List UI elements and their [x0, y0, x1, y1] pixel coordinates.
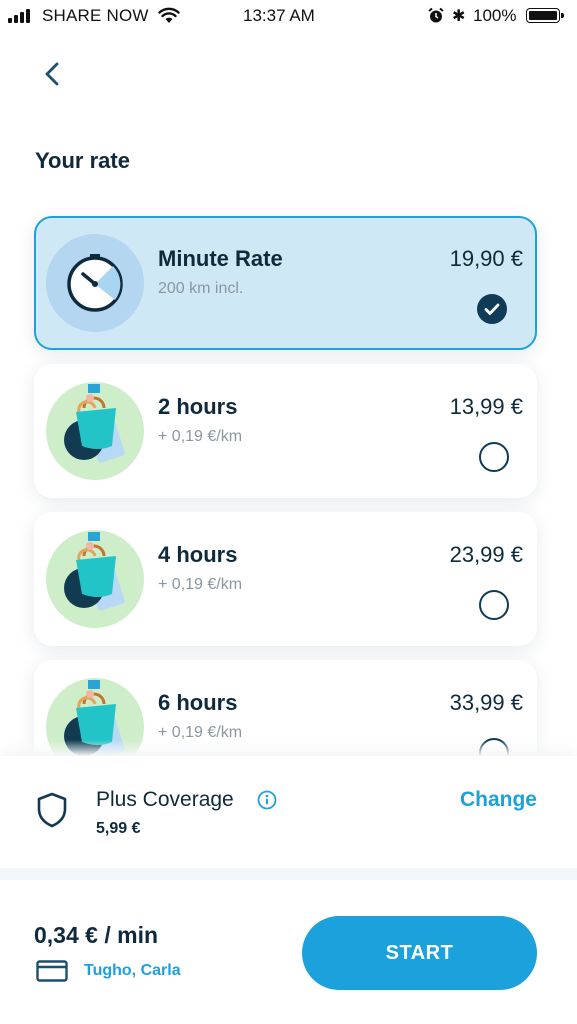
rate-name: Minute Rate [158, 246, 283, 271]
rate-option-minute[interactable]: Minute Rate 200 km incl. 19,90 € [34, 216, 537, 350]
rate-price: 19,90 € [449, 246, 523, 271]
rate-name: 4 hours [158, 542, 238, 567]
carrier-name: SHARE NOW [42, 6, 149, 25]
rate-option-4-hours[interactable]: 4 hours + 0,19 €/km 23,99 € [34, 512, 537, 646]
payment-account-link[interactable]: Tugho, Carla [84, 962, 181, 980]
checkmark-icon [477, 294, 507, 324]
page-title: Your rate [35, 148, 130, 173]
shield-icon [37, 792, 67, 828]
back-button[interactable] [38, 58, 68, 90]
alarm-icon [428, 7, 444, 23]
change-coverage-link[interactable]: Change [460, 788, 537, 812]
radio-button[interactable] [479, 442, 509, 472]
section-divider [0, 868, 577, 880]
rate-price: 23,99 € [449, 542, 523, 567]
rate-price: 33,99 € [449, 690, 523, 715]
rate-subtitle: + 0,19 €/km [158, 428, 243, 445]
status-bar: SHARE NOW 13:37 AM ✱ 100% [0, 0, 577, 32]
bluetooth-icon: ✱ [452, 8, 466, 25]
booking-footer: 0,34 € / min Tugho, Carla START [0, 880, 577, 1024]
rate-subtitle: + 0,19 €/km [158, 576, 243, 593]
stopwatch-icon [67, 254, 123, 312]
scroll-fade [0, 740, 577, 756]
shopping-bag-icon [64, 384, 125, 463]
rate-name: 2 hours [158, 394, 238, 419]
rate-icon-circle [46, 530, 144, 628]
radio-button[interactable] [479, 590, 509, 620]
coverage-price: 5,99 € [96, 820, 141, 837]
shopping-bag-icon [64, 532, 125, 611]
clock-time: 13:37 AM [243, 6, 315, 25]
current-rate: 0,34 € / min [34, 922, 159, 948]
wifi-icon [158, 7, 180, 23]
start-button[interactable]: START [302, 916, 537, 990]
coverage-title: Plus Coverage [96, 788, 234, 811]
battery-percent: 100% [473, 6, 517, 25]
rate-subtitle: 200 km incl. [158, 280, 244, 297]
rate-option-2-hours[interactable]: 2 hours + 0,19 €/km 13,99 € [34, 364, 537, 498]
rate-price: 13,99 € [449, 394, 523, 419]
payment-card-icon [36, 960, 68, 982]
rate-icon-circle [46, 382, 144, 480]
info-icon[interactable] [257, 790, 277, 810]
signal-icon [8, 9, 30, 23]
battery-icon [526, 8, 564, 23]
rate-icon-circle [46, 234, 144, 332]
rate-name: 6 hours [158, 690, 238, 715]
coverage-section: Plus Coverage 5,99 € Change [0, 756, 577, 868]
